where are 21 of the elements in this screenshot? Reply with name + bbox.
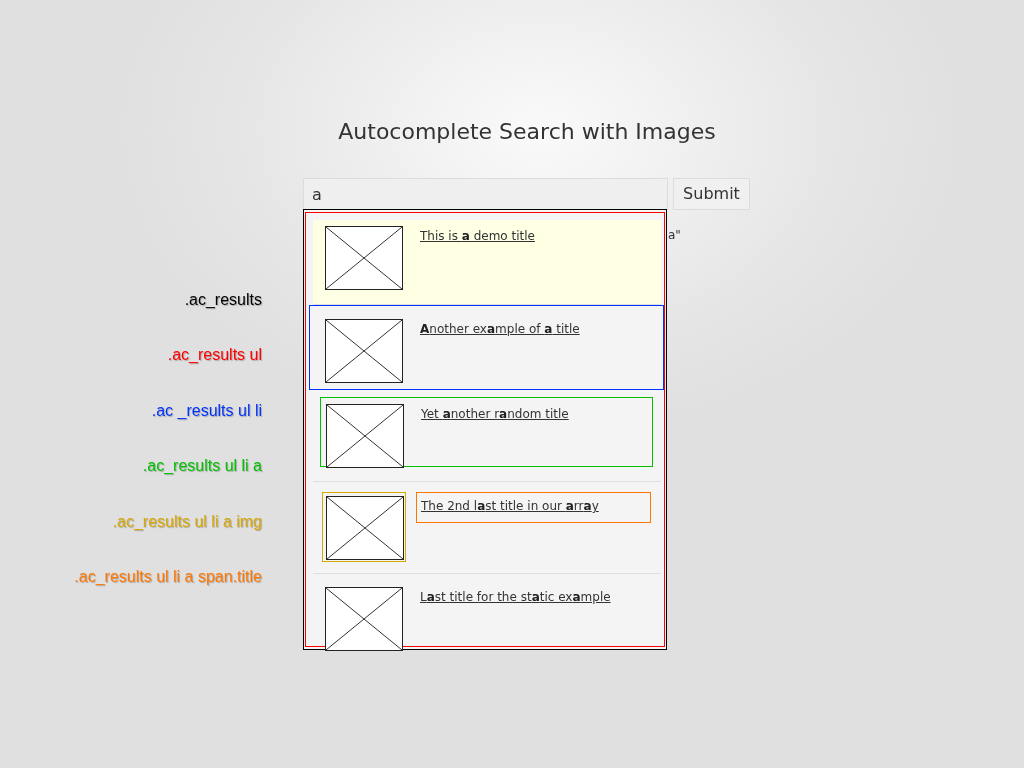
- result-title-link[interactable]: Last title for the static example: [416, 584, 651, 615]
- result-title-link[interactable]: This is a demo title: [416, 223, 651, 254]
- result-title-link[interactable]: Yet another random title: [417, 401, 650, 432]
- result-title-link[interactable]: Another example of a title: [416, 316, 651, 347]
- legend-label: .ac_results ul li a: [142, 457, 262, 475]
- legend-label: .ac_results ul li a span.title: [74, 567, 262, 585]
- legend-label: .ac_results ul li a img: [112, 512, 262, 530]
- result-title-link[interactable]: The 2nd last title in our array: [416, 492, 651, 523]
- legend-label: .ac_results ul: [167, 346, 262, 364]
- result-item[interactable]: Another example of a title: [309, 305, 664, 390]
- submit-button[interactable]: Submit: [673, 178, 750, 210]
- legend-label: .ac_results: [184, 291, 262, 308]
- partially-hidden-text: a": [668, 227, 682, 244]
- result-item[interactable]: Last title for the static example: [313, 581, 661, 666]
- page-title: Autocomplete Search with Images: [337, 118, 717, 146]
- result-item[interactable]: This is a demo title: [313, 220, 661, 305]
- result-link-area[interactable]: Yet another random title: [320, 397, 653, 467]
- result-item[interactable]: Yet another random title: [313, 397, 661, 482]
- legend-label: .ac _results ul li: [151, 401, 262, 419]
- search-field[interactable]: a: [303, 178, 668, 210]
- result-item[interactable]: The 2nd last title in our array: [313, 489, 661, 574]
